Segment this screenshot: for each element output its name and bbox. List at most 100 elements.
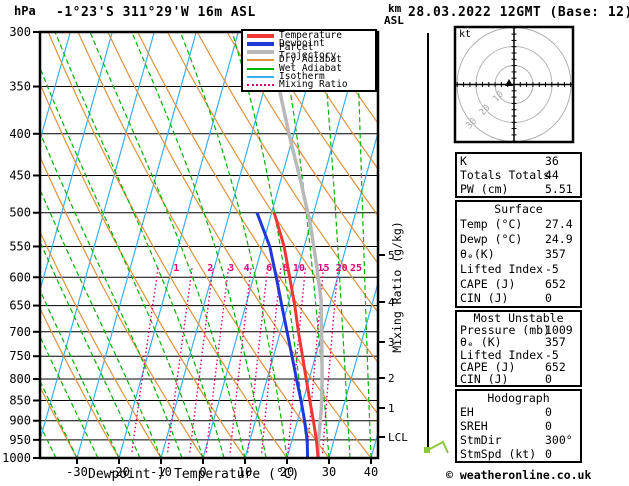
panel-row: StmSpd (kt) 0: [460, 448, 577, 460]
legend-swatch-line: [247, 34, 274, 39]
panel-row-value: 24.9: [545, 232, 573, 247]
panel-row: Lifted Index -5: [460, 349, 577, 361]
panel-row: Totals Totals 44: [460, 169, 577, 181]
panel-row-label: Temp (°C): [460, 217, 523, 232]
sounding-page: hPa -1°23'S 311°29'W 16m ASL km ASL 28.0…: [0, 0, 629, 486]
hodograph-ring-label: 30: [464, 117, 479, 132]
hodograph-ring-label: 10: [491, 90, 506, 105]
pressure-tick-label: 1000: [2, 451, 31, 465]
temp-tick-label: 40: [364, 465, 378, 479]
wet-adiabat-line: [321, 32, 351, 458]
km-tick-label: LCL: [388, 431, 408, 444]
panel-row-label: Totals Totals: [460, 168, 551, 182]
panel-row: Lifted Index -5: [460, 263, 577, 275]
panel-row-value: 27.4: [545, 217, 573, 232]
panel-row-value: 652: [545, 276, 566, 291]
panel-row: CAPE (J) 652: [460, 361, 577, 373]
pressure-tick-label: 750: [9, 349, 31, 363]
mixing-ratio-value-label: 25: [350, 263, 362, 274]
pressure-tick-label: 300: [9, 25, 31, 39]
mixing-ratio-line: [188, 268, 214, 455]
stats-panel-surface: Surface Temp (°C) 27.4 Dewp (°C) 24.9 θₑ(K) 35…: [455, 200, 582, 308]
hodograph-unit-label: kt: [459, 29, 472, 40]
legend-label: Mixing Ratio: [279, 78, 348, 90]
panel-row-label: CAPE (J): [460, 276, 516, 291]
pressure-tick-label: 850: [9, 393, 31, 407]
pressure-tick-label: 350: [9, 80, 31, 94]
panel-row-label: PW (cm): [460, 182, 509, 196]
panel-row-label: CIN (J): [460, 371, 509, 386]
panel-row-label: Lifted Index: [460, 347, 544, 362]
temp-tick-label: -30: [66, 465, 88, 479]
panel-row-value: 652: [545, 359, 566, 374]
stats-panel-hodograph: Hodograph EH 0 SREH 0 StmDir 300° StmSpd (kt) 0: [455, 389, 582, 463]
panel-row: CIN (J) 0: [460, 373, 577, 385]
panel-row-value: 0: [545, 419, 552, 433]
panel-row-value: 0: [545, 447, 552, 461]
panel-row: PW (cm) 5.51: [460, 183, 577, 195]
pressure-tick-label: 400: [9, 127, 31, 141]
stats-panel-indices: K 36 Totals Totals 44 PW (cm) 5.51: [455, 152, 582, 198]
pressure-tick-label: 950: [9, 433, 31, 447]
panel-row-value: 300°: [545, 433, 573, 447]
panel-row-value: 5.51: [545, 182, 573, 196]
panel-row-value: -5: [545, 347, 559, 362]
pressure-tick-label: 900: [9, 414, 31, 428]
mixing-ratio-line: [321, 268, 339, 455]
legend-swatch-dotted: [247, 83, 274, 86]
pressure-tick-label: 600: [9, 270, 31, 284]
panel-row: StmDir 300°: [460, 434, 577, 446]
hodograph-ring-label: 20: [478, 103, 493, 118]
pressure-tick-label: 650: [9, 299, 31, 313]
panel-title: Hodograph: [487, 391, 550, 405]
legend-swatch-line: [247, 50, 274, 55]
hodograph-trace-marker: [505, 79, 513, 86]
panel-row-value: 0: [545, 405, 552, 419]
legend-swatch-line: [247, 67, 274, 70]
pressure-tick-label: 500: [9, 206, 31, 220]
panel-row-value: 0: [545, 291, 552, 306]
panel-row-value: 0: [545, 371, 552, 386]
wind-barb-icon: [424, 440, 449, 454]
panel-row-label: StmDir: [460, 433, 502, 447]
mixing-ratio-line: [229, 268, 252, 455]
km-tick-label: 1: [388, 402, 395, 415]
panel-row-label: θₑ (K): [460, 335, 502, 350]
panel-row-label: StmSpd (kt): [460, 447, 537, 461]
legend-swatch-line: [247, 42, 274, 47]
panel-row-value: 44: [545, 168, 559, 182]
temp-tick-label: 30: [322, 465, 336, 479]
km-tick-label: 2: [388, 372, 395, 385]
panel-row: EH 0: [460, 406, 577, 418]
mixing-ratio-value-label: 10: [293, 263, 305, 274]
temp-axis-title: Dewpoint / Temperature (°C): [88, 467, 300, 482]
panel-row-value: 357: [545, 335, 566, 350]
wet-adiabat-line: [89, 32, 246, 458]
mixing-ratio-value-label: 4: [244, 263, 250, 274]
panel-row: θₑ (K) 357: [460, 336, 577, 348]
panel-row: K 36: [460, 155, 577, 167]
panel-row: SREH 0: [460, 420, 577, 432]
pressure-tick-label: 700: [9, 325, 31, 339]
pressure-tick-label: 450: [9, 168, 31, 182]
panel-row-label: CAPE (J): [460, 359, 516, 374]
panel-row: θₑ(K) 357: [460, 248, 577, 260]
panel-row-value: -5: [545, 261, 559, 276]
legend-swatch-line: [247, 59, 274, 62]
panel-row-label: CIN (J): [460, 291, 509, 306]
panel-row-label: K: [460, 154, 467, 168]
legend-box: Temperature Dewpoint Parcel Trajectory Dry …: [241, 29, 377, 92]
panel-row-label: Lifted Index: [460, 261, 544, 276]
panel-row-label: EH: [460, 405, 474, 419]
legend-item: Mixing Ratio: [247, 78, 375, 90]
dry-adiabat-line: [166, 32, 378, 364]
panel-row-label: Dewp (°C): [460, 232, 523, 247]
wind-profile-staff: [427, 33, 429, 450]
pressure-tick-label: 550: [9, 239, 31, 253]
copyright-footer: © weatheronline.co.uk: [446, 468, 592, 482]
hodograph-svg: 102030: [453, 25, 575, 144]
mixing-ratio-axis-label: Mixing Ratio (g/kg): [390, 221, 404, 353]
hodograph-plot: 102030: [455, 27, 573, 142]
pressure-tick-label: 800: [9, 372, 31, 386]
panel-title: Surface: [494, 202, 543, 217]
